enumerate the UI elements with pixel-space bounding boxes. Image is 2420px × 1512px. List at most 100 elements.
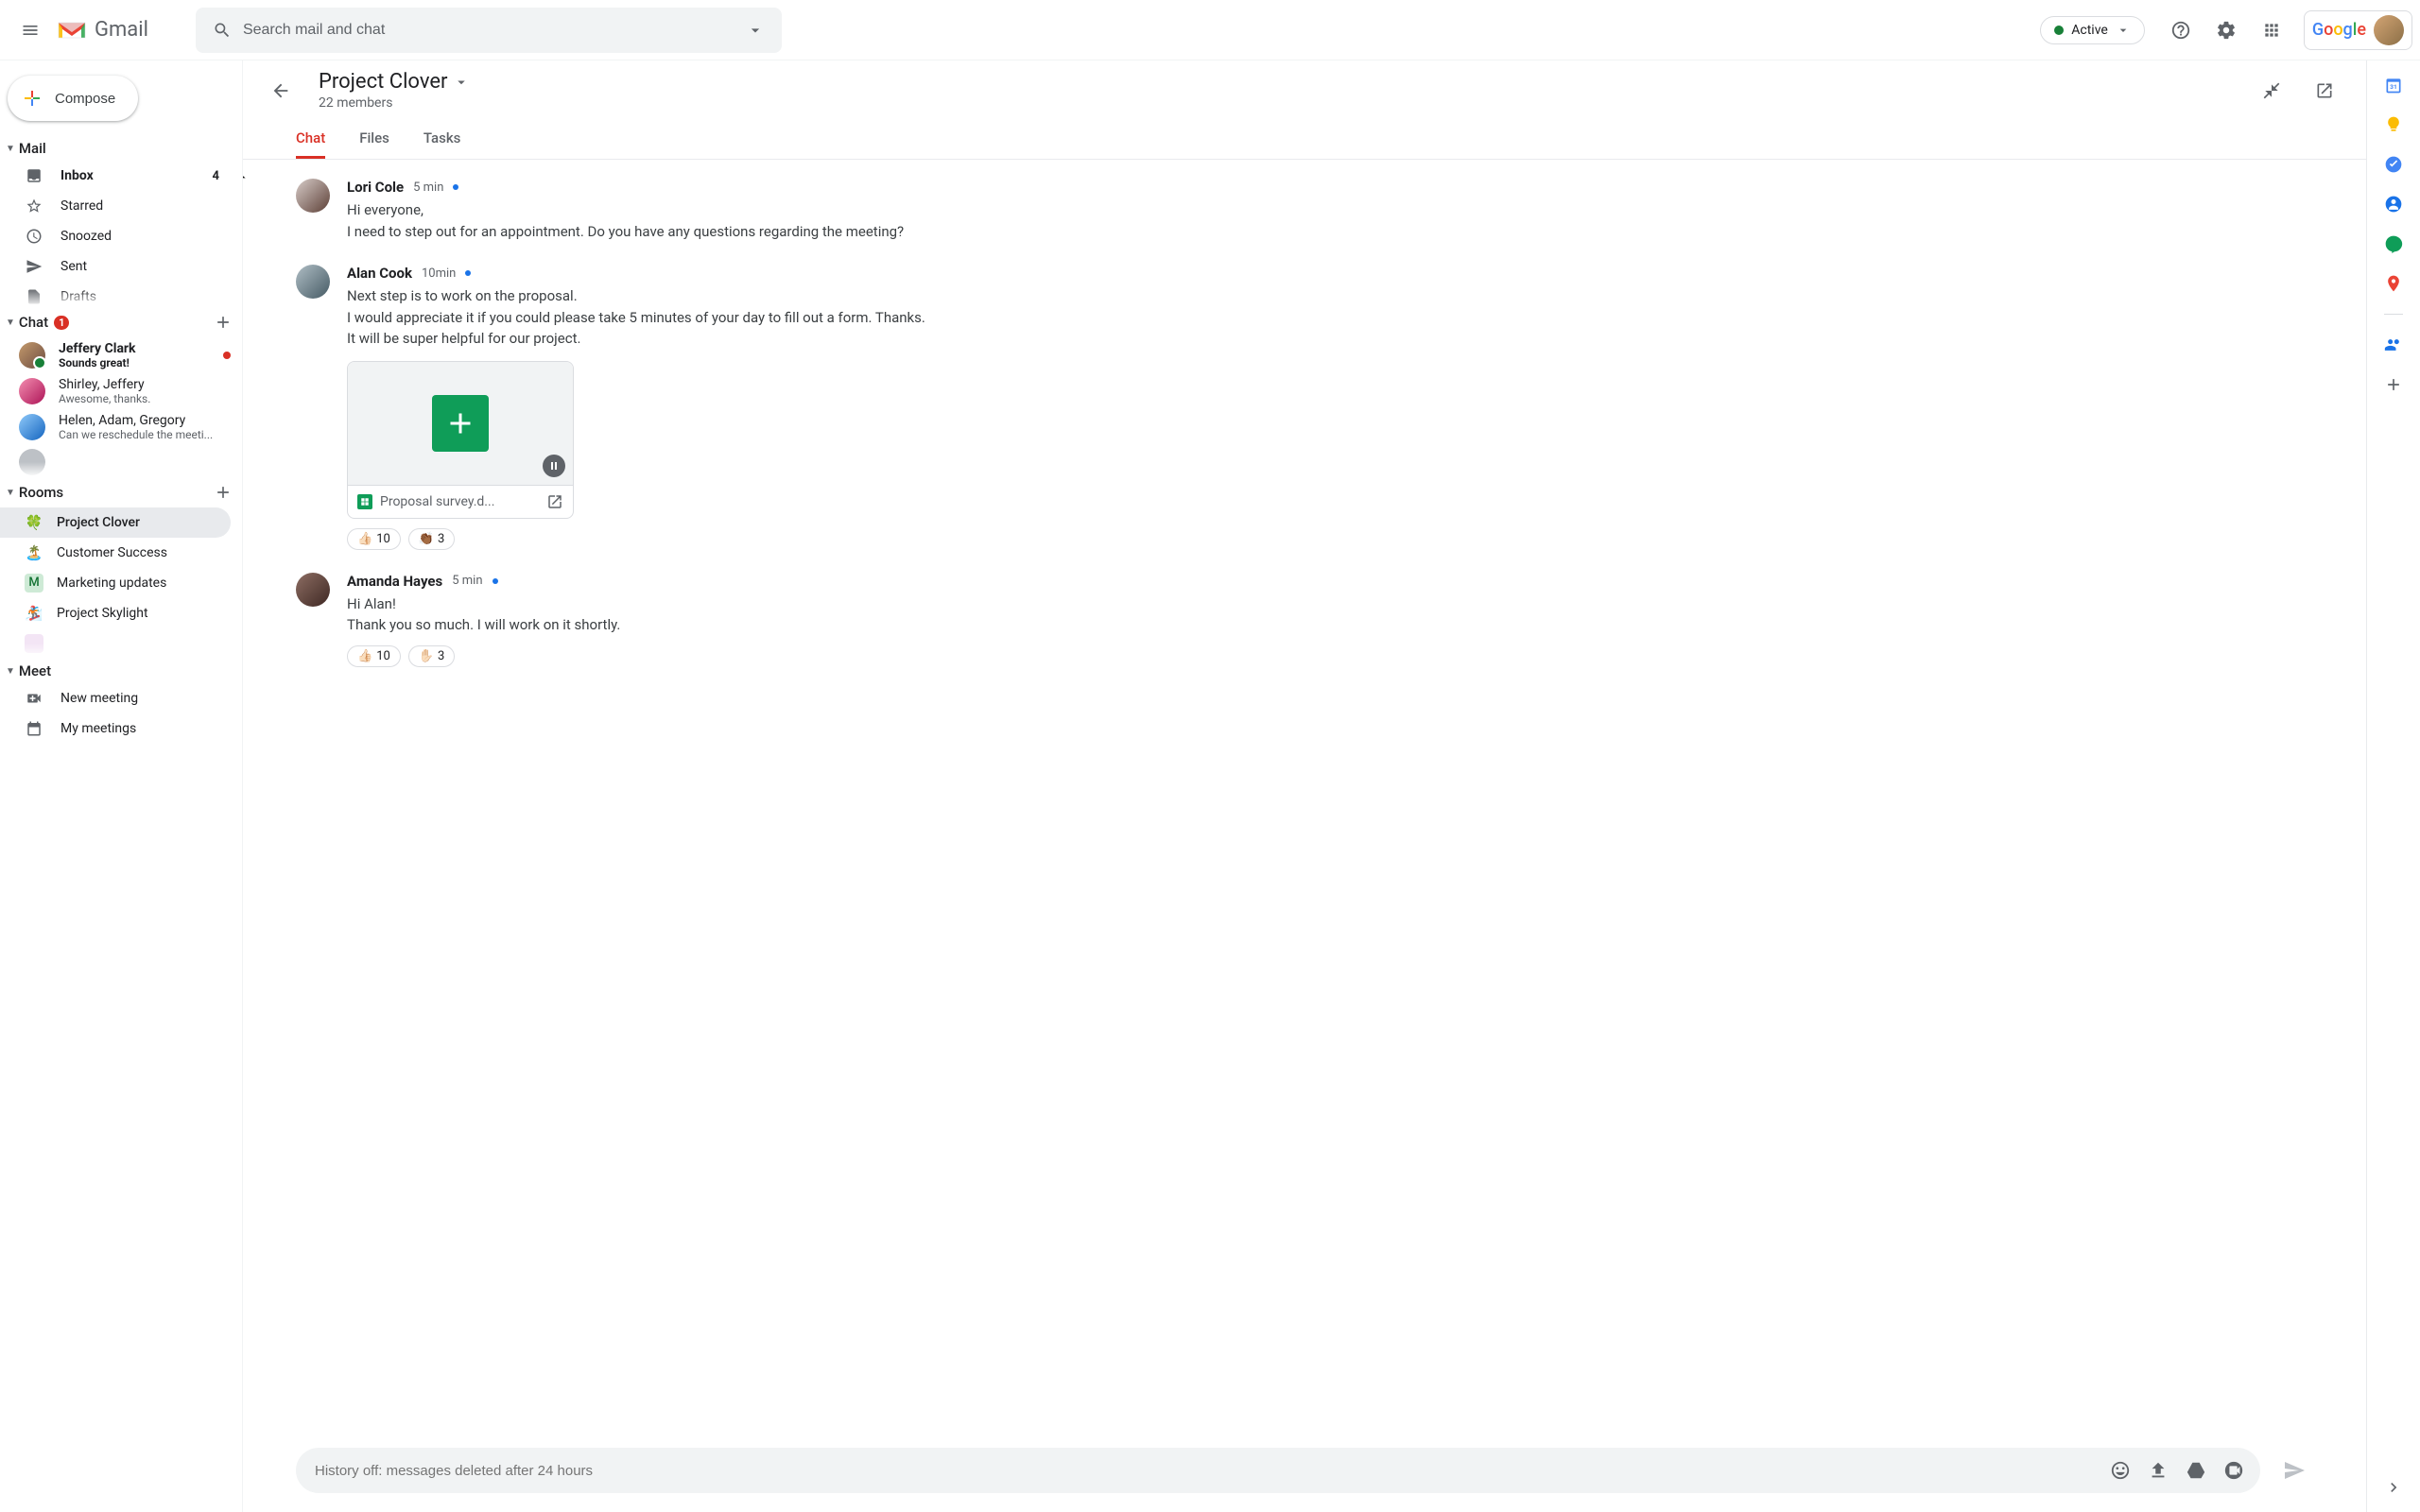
sidebar-item-inbox[interactable]: Inbox 4 bbox=[0, 161, 231, 191]
chat-item-more[interactable] bbox=[0, 445, 242, 477]
conversation-tabs: Chat Files Tasks bbox=[243, 120, 2366, 160]
letter-avatar: M bbox=[25, 574, 43, 593]
maps-app[interactable] bbox=[2384, 274, 2403, 293]
send-icon bbox=[25, 257, 43, 276]
chat-item-shirley[interactable]: Shirley, Jeffery Awesome, thanks. bbox=[0, 373, 242, 409]
open-in-new-button[interactable] bbox=[2306, 72, 2343, 110]
letter-avatar bbox=[25, 634, 43, 653]
snowboard-icon: 🏂 bbox=[25, 605, 43, 622]
avatar bbox=[19, 378, 45, 404]
settings-button[interactable] bbox=[2207, 11, 2245, 49]
message-author: Amanda Hayes bbox=[347, 573, 442, 590]
message-author: Lori Cole bbox=[347, 179, 404, 196]
reaction-thumbs-up[interactable]: 👍🏻10 bbox=[347, 645, 401, 667]
sidebar-item-sent[interactable]: Sent bbox=[0, 251, 231, 282]
composer-input[interactable] bbox=[315, 1463, 2103, 1479]
hamburger-icon bbox=[21, 21, 40, 40]
search-input[interactable] bbox=[243, 22, 735, 39]
chat-section-header[interactable]: ▼ Chat 1 bbox=[0, 307, 242, 337]
add-app-button[interactable] bbox=[2384, 375, 2403, 394]
tab-chat[interactable]: Chat bbox=[296, 120, 325, 159]
add-room-button[interactable] bbox=[212, 481, 234, 504]
plus-icon bbox=[21, 87, 43, 110]
room-project-clover[interactable]: 🍀 Project Clover bbox=[0, 507, 231, 538]
people-app[interactable] bbox=[2384, 335, 2403, 354]
collapse-panel-button[interactable] bbox=[2384, 1478, 2403, 1497]
chat-item-helen[interactable]: Helen, Adam, Gregory Can we reschedule t… bbox=[0, 409, 242, 445]
message-author: Alan Cook bbox=[347, 265, 412, 282]
add-chat-button[interactable] bbox=[212, 311, 234, 334]
drive-button[interactable] bbox=[2179, 1453, 2213, 1487]
attachment-card[interactable]: Proposal survey.d... bbox=[347, 361, 574, 519]
calendar-app[interactable]: 31 bbox=[2384, 76, 2403, 94]
plus-icon bbox=[214, 313, 233, 332]
message-time: 5 min bbox=[452, 574, 482, 588]
chat-item-jeffery[interactable]: Jeffery Clark Sounds great! bbox=[0, 337, 242, 373]
tasks-app[interactable] bbox=[2384, 155, 2403, 174]
video-meeting-button[interactable] bbox=[2217, 1453, 2251, 1487]
gmail-logo[interactable]: Gmail bbox=[57, 18, 148, 42]
composer-row bbox=[243, 1436, 2366, 1512]
compose-button[interactable]: Compose bbox=[8, 76, 138, 121]
hangouts-app[interactable] bbox=[2384, 234, 2403, 253]
message: Alan Cook 10min Next step is to work on … bbox=[296, 265, 2313, 550]
calendar-icon: 31 bbox=[2384, 76, 2403, 94]
support-button[interactable] bbox=[2162, 11, 2200, 49]
open-in-new-icon[interactable] bbox=[546, 493, 563, 510]
google-apps-button[interactable] bbox=[2253, 11, 2290, 49]
upload-icon bbox=[2148, 1460, 2169, 1481]
reaction-thumbs-up[interactable]: 👍🏻10 bbox=[347, 528, 401, 550]
account-selector[interactable]: Google bbox=[2304, 10, 2412, 50]
tab-files[interactable]: Files bbox=[359, 120, 389, 159]
upload-button[interactable] bbox=[2141, 1453, 2175, 1487]
apps-grid-icon bbox=[2262, 21, 2281, 40]
caret-down-icon bbox=[746, 21, 765, 40]
sidebar-item-starred[interactable]: Starred bbox=[0, 191, 231, 221]
status-selector[interactable]: Active bbox=[2040, 16, 2145, 44]
message-time: 10min bbox=[422, 266, 456, 281]
rooms-section-title: Rooms bbox=[19, 484, 63, 501]
drive-icon bbox=[2186, 1460, 2206, 1481]
collapse-button[interactable] bbox=[2253, 72, 2290, 110]
contacts-app[interactable] bbox=[2384, 195, 2403, 214]
meet-new-meeting[interactable]: New meeting bbox=[0, 683, 231, 713]
compose-label: Compose bbox=[55, 91, 115, 107]
tab-tasks[interactable]: Tasks bbox=[424, 120, 461, 159]
unread-dot-icon bbox=[493, 578, 498, 584]
rooms-section-header[interactable]: ▼ Rooms bbox=[0, 477, 242, 507]
search-bar[interactable] bbox=[196, 8, 782, 53]
inbox-icon bbox=[25, 166, 43, 185]
main-menu-button[interactable] bbox=[8, 8, 53, 53]
sidebar-item-drafts[interactable]: Drafts bbox=[0, 282, 231, 307]
avatar bbox=[19, 414, 45, 440]
reaction-clap[interactable]: 👏🏾3 bbox=[408, 528, 456, 550]
send-button[interactable] bbox=[2275, 1452, 2313, 1489]
room-project-skylight[interactable]: 🏂 Project Skylight bbox=[0, 598, 231, 628]
search-button[interactable] bbox=[201, 9, 243, 51]
conversation-header: Project Clover 22 members bbox=[243, 60, 2366, 120]
room-customer-success[interactable]: 🏝️ Customer Success bbox=[0, 538, 231, 568]
emoji-button[interactable] bbox=[2103, 1453, 2137, 1487]
user-avatar bbox=[2374, 15, 2404, 45]
keep-app[interactable] bbox=[2384, 115, 2403, 134]
help-icon bbox=[2170, 20, 2191, 41]
room-marketing-updates[interactable]: M Marketing updates bbox=[0, 568, 231, 598]
clover-icon: 🍀 bbox=[25, 514, 43, 531]
unread-dot-icon bbox=[465, 270, 471, 276]
mail-section-header[interactable]: ▼ Mail bbox=[0, 136, 242, 161]
meet-section-header[interactable]: ▼ Meet bbox=[0, 659, 242, 683]
status-label: Active bbox=[2071, 23, 2108, 38]
caret-down-icon[interactable] bbox=[453, 74, 470, 91]
sidebar-item-snoozed[interactable]: Snoozed bbox=[0, 221, 231, 251]
sidebar: Compose ▼ Mail Inbox 4 Starred Snooze bbox=[0, 60, 242, 1512]
plus-icon bbox=[214, 483, 233, 502]
avatar bbox=[19, 342, 45, 369]
room-more[interactable] bbox=[0, 628, 231, 659]
attachment-preview bbox=[348, 362, 573, 485]
hangouts-icon bbox=[2384, 234, 2403, 253]
reaction-hand[interactable]: ✋🏻3 bbox=[408, 645, 456, 667]
search-options-button[interactable] bbox=[735, 9, 776, 51]
message-composer[interactable] bbox=[296, 1448, 2260, 1493]
back-button[interactable] bbox=[262, 72, 300, 110]
meet-my-meetings[interactable]: My meetings bbox=[0, 713, 231, 744]
